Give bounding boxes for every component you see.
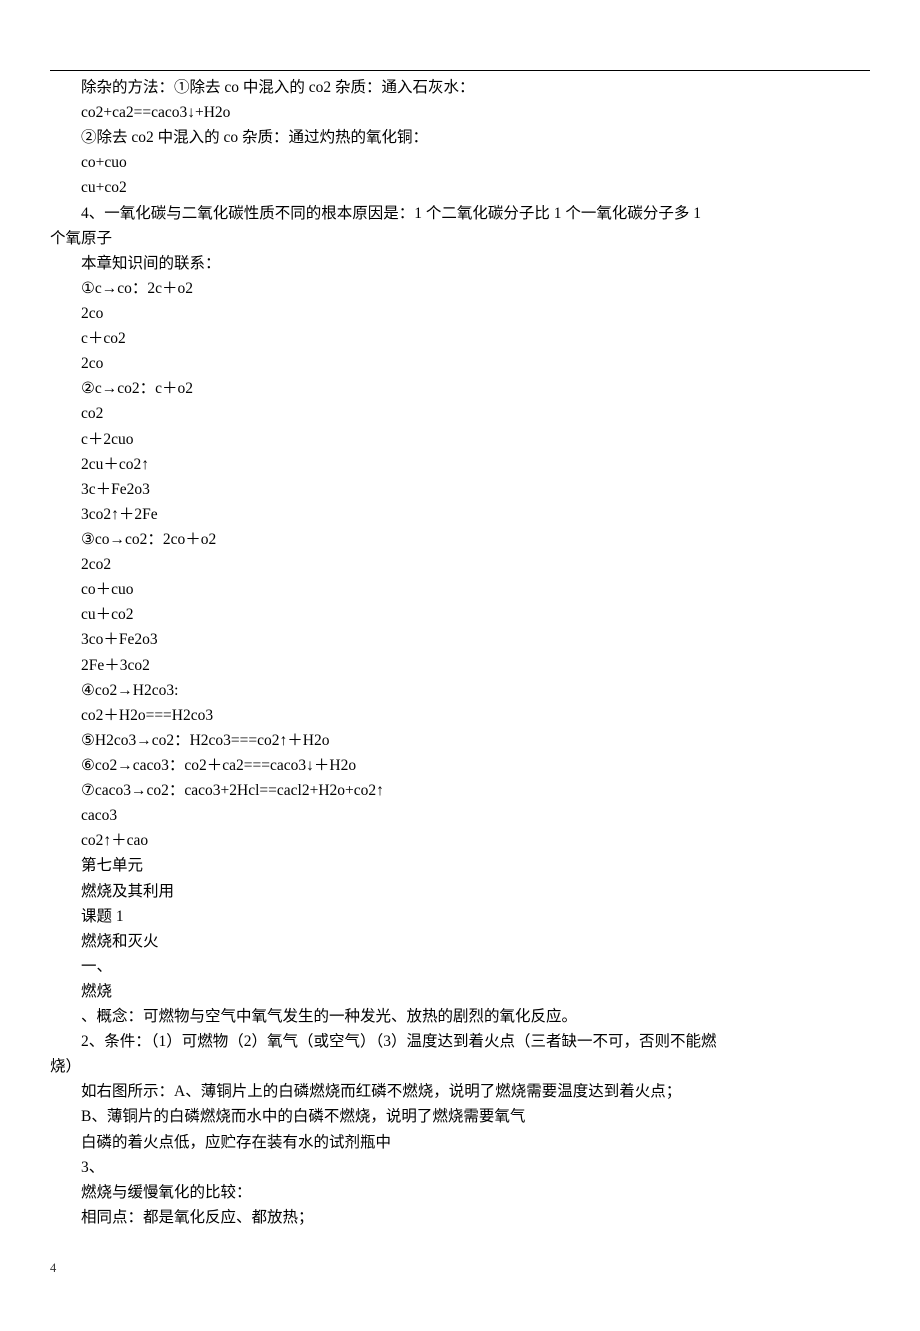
body-line: 、概念：可燃物与空气中氧气发生的一种发光、放热的剧烈的氧化反应。: [50, 1004, 870, 1029]
body-line: 2cu＋co2↑: [50, 452, 870, 477]
body-line-continuation: 烧）: [50, 1054, 870, 1079]
body-line: 3、: [50, 1155, 870, 1180]
body-line: 3c＋Fe2o3: [50, 477, 870, 502]
body-line: 课题 1: [50, 904, 870, 929]
body-line: c＋2cuo: [50, 427, 870, 452]
body-line: co2＋H2o===H2co3: [50, 703, 870, 728]
body-line: c＋co2: [50, 326, 870, 351]
body-line: ⑦caco3→co2：caco3+2Hcl==cacl2+H2o+co2↑: [50, 778, 870, 803]
horizontal-rule: [50, 70, 870, 71]
body-line: B、薄铜片的白磷燃烧而水中的白磷不燃烧，说明了燃烧需要氧气: [50, 1104, 870, 1129]
body-line: 如右图所示：A、薄铜片上的白磷燃烧而红磷不燃烧，说明了燃烧需要温度达到着火点；: [50, 1079, 870, 1104]
body-line: ④co2→H2co3:: [50, 678, 870, 703]
document-page: 除杂的方法：①除去 co 中混入的 co2 杂质：通入石灰水： co2+ca2=…: [0, 0, 920, 1331]
body-line: 4、一氧化碳与二氧化碳性质不同的根本原因是：1 个二氧化碳分子比 1 个一氧化碳…: [50, 201, 870, 226]
body-line: caco3: [50, 803, 870, 828]
body-line: 2、条件：（1）可燃物（2）氧气（或空气）（3）温度达到着火点（三者缺一不可，否…: [50, 1029, 870, 1054]
body-line: 燃烧和灭火: [50, 929, 870, 954]
body-line: ③co→co2：2co＋o2: [50, 527, 870, 552]
body-line: ⑥co2→caco3：co2＋ca2===caco3↓＋H2o: [50, 753, 870, 778]
body-line: co2: [50, 401, 870, 426]
body-line: 相同点：都是氧化反应、都放热；: [50, 1205, 870, 1230]
body-line: cu＋co2: [50, 602, 870, 627]
body-line: ②除去 co2 中混入的 co 杂质：通过灼热的氧化铜：: [50, 125, 870, 150]
body-line: co＋cuo: [50, 577, 870, 602]
body-line: 2Fe＋3co2: [50, 653, 870, 678]
body-line: co2↑＋cao: [50, 828, 870, 853]
body-line: ②c→co2：c＋o2: [50, 376, 870, 401]
body-line: 第七单元: [50, 853, 870, 878]
body-line: 2co: [50, 351, 870, 376]
body-line: 2co2: [50, 552, 870, 577]
body-line: 一、: [50, 954, 870, 979]
body-line: ⑤H2co3→co2：H2co3===co2↑＋H2o: [50, 728, 870, 753]
body-line: 3co＋Fe2o3: [50, 627, 870, 652]
body-line: 3co2↑＋2Fe: [50, 502, 870, 527]
body-line: co2+ca2==caco3↓+H2o: [50, 100, 870, 125]
body-line: 燃烧与缓慢氧化的比较：: [50, 1180, 870, 1205]
body-line: cu+co2: [50, 175, 870, 200]
page-number: 4: [50, 1258, 870, 1278]
body-line: ①c→co：2c＋o2: [50, 276, 870, 301]
body-line: 本章知识间的联系：: [50, 251, 870, 276]
body-line: 燃烧: [50, 979, 870, 1004]
body-line-continuation: 个氧原子: [50, 226, 870, 251]
body-line: 除杂的方法：①除去 co 中混入的 co2 杂质：通入石灰水：: [50, 75, 870, 100]
body-line: 燃烧及其利用: [50, 879, 870, 904]
body-line: 白磷的着火点低，应贮存在装有水的试剂瓶中: [50, 1130, 870, 1155]
body-line: co+cuo: [50, 150, 870, 175]
body-line: 2co: [50, 301, 870, 326]
